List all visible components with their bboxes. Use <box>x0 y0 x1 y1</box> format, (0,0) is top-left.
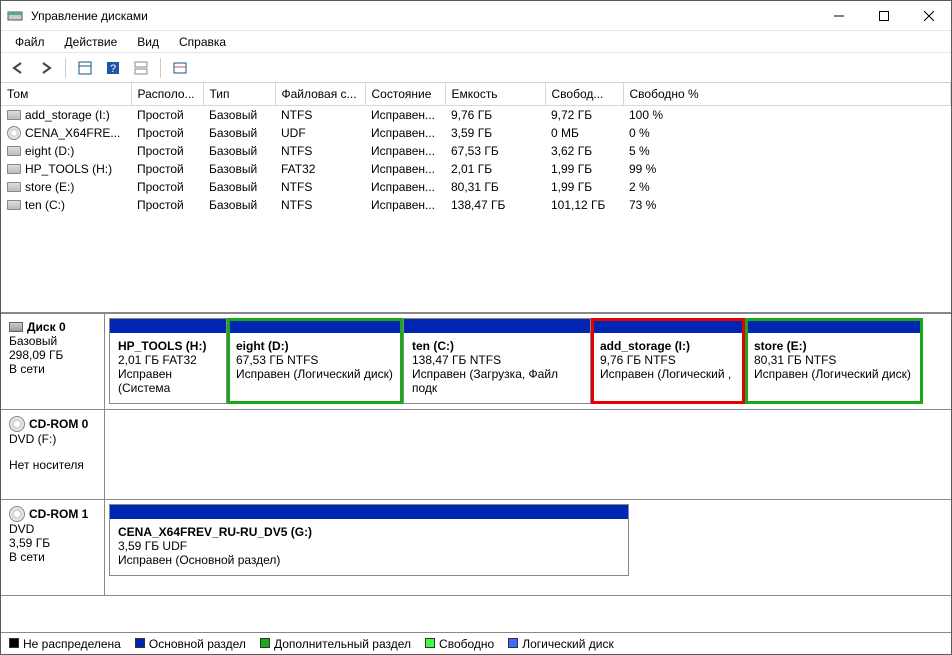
col-fs[interactable]: Файловая с... <box>275 83 365 106</box>
volume-icon <box>7 200 21 210</box>
cdrom-1[interactable]: CD-ROM 1 DVD 3,59 ГБ В сети CENA_X64FREV… <box>1 500 951 596</box>
col-layout[interactable]: Располо... <box>131 83 203 106</box>
col-capacity[interactable]: Емкость <box>445 83 545 106</box>
legend-free-icon <box>425 638 435 648</box>
svg-text:?: ? <box>110 63 116 75</box>
cdrom-0[interactable]: CD-ROM 0 DVD (F:) Нет носителя <box>1 410 951 500</box>
partition[interactable]: eight (D:)67,53 ГБ NTFSИсправен (Логичес… <box>227 318 403 404</box>
volume-icon <box>7 182 21 192</box>
disk-icon <box>9 322 23 332</box>
volume-icon <box>7 146 21 156</box>
col-freepct[interactable]: Свободно % <box>623 83 951 106</box>
maximize-button[interactable] <box>861 1 906 30</box>
titlebar: Управление дисками <box>1 1 951 31</box>
back-button[interactable] <box>7 57 29 79</box>
minimize-button[interactable] <box>816 1 861 30</box>
column-headers[interactable]: Том Располо... Тип Файловая с... Состоян… <box>1 83 951 106</box>
toolbar-list-icon[interactable] <box>169 57 191 79</box>
volume-icon <box>7 126 21 140</box>
menu-file[interactable]: Файл <box>7 33 53 51</box>
menu-view[interactable]: Вид <box>129 33 167 51</box>
partition[interactable]: ten (C:)138,47 ГБ NTFSИсправен (Загрузка… <box>403 318 591 404</box>
table-row[interactable]: ten (C:)ПростойБазовыйNTFSИсправен...138… <box>1 196 951 214</box>
table-row[interactable]: CENA_X64FRE...ПростойБазовыйUDFИсправен.… <box>1 124 951 142</box>
cd-icon <box>9 506 25 522</box>
legend: Не распределена Основной раздел Дополнит… <box>1 632 951 654</box>
menu-action[interactable]: Действие <box>57 33 126 51</box>
legend-logical-icon <box>508 638 518 648</box>
cdrom-0-label: CD-ROM 0 DVD (F:) Нет носителя <box>1 410 105 499</box>
toolbar: ? <box>1 53 951 83</box>
forward-button[interactable] <box>35 57 57 79</box>
partition-cena[interactable]: CENA_X64FREV_RU-RU_DV5 (G:) 3,59 ГБ UDF … <box>109 504 629 576</box>
toolbar-view-icon[interactable] <box>74 57 96 79</box>
table-row[interactable]: store (E:)ПростойБазовыйNTFSИсправен...8… <box>1 178 951 196</box>
legend-extended-icon <box>260 638 270 648</box>
volume-icon <box>7 110 21 120</box>
window-title: Управление дисками <box>29 9 816 23</box>
col-status[interactable]: Состояние <box>365 83 445 106</box>
disk-map: Диск 0 Базовый 298,09 ГБ В сети HP_TOOLS… <box>1 313 951 632</box>
cdrom-1-label: CD-ROM 1 DVD 3,59 ГБ В сети <box>1 500 105 595</box>
legend-primary-icon <box>135 638 145 648</box>
table-row[interactable]: HP_TOOLS (H:)ПростойБазовыйFAT32Исправен… <box>1 160 951 178</box>
col-free[interactable]: Свобод... <box>545 83 623 106</box>
col-type[interactable]: Тип <box>203 83 275 106</box>
col-volume[interactable]: Том <box>1 83 131 106</box>
cd-icon <box>9 416 25 432</box>
partition[interactable]: store (E:)80,31 ГБ NTFSИсправен (Логичес… <box>745 318 923 404</box>
help-icon[interactable]: ? <box>102 57 124 79</box>
partition[interactable]: add_storage (I:)9,76 ГБ NTFSИсправен (Ло… <box>591 318 745 404</box>
menubar: Файл Действие Вид Справка <box>1 31 951 53</box>
disk-0-label: Диск 0 Базовый 298,09 ГБ В сети <box>1 314 105 409</box>
table-row[interactable]: eight (D:)ПростойБазовыйNTFSИсправен...6… <box>1 142 951 160</box>
close-button[interactable] <box>906 1 951 30</box>
app-icon <box>7 8 23 24</box>
partition[interactable]: HP_TOOLS (H:)2,01 ГБ FAT32Исправен (Сист… <box>109 318 227 404</box>
volume-icon <box>7 164 21 174</box>
toolbar-layout-icon[interactable] <box>130 57 152 79</box>
menu-help[interactable]: Справка <box>171 33 234 51</box>
legend-unallocated-icon <box>9 638 19 648</box>
disk-0[interactable]: Диск 0 Базовый 298,09 ГБ В сети HP_TOOLS… <box>1 314 951 410</box>
table-row[interactable]: add_storage (I:)ПростойБазовыйNTFSИсправ… <box>1 106 951 125</box>
volume-list[interactable]: Том Располо... Тип Файловая с... Состоян… <box>1 83 951 313</box>
